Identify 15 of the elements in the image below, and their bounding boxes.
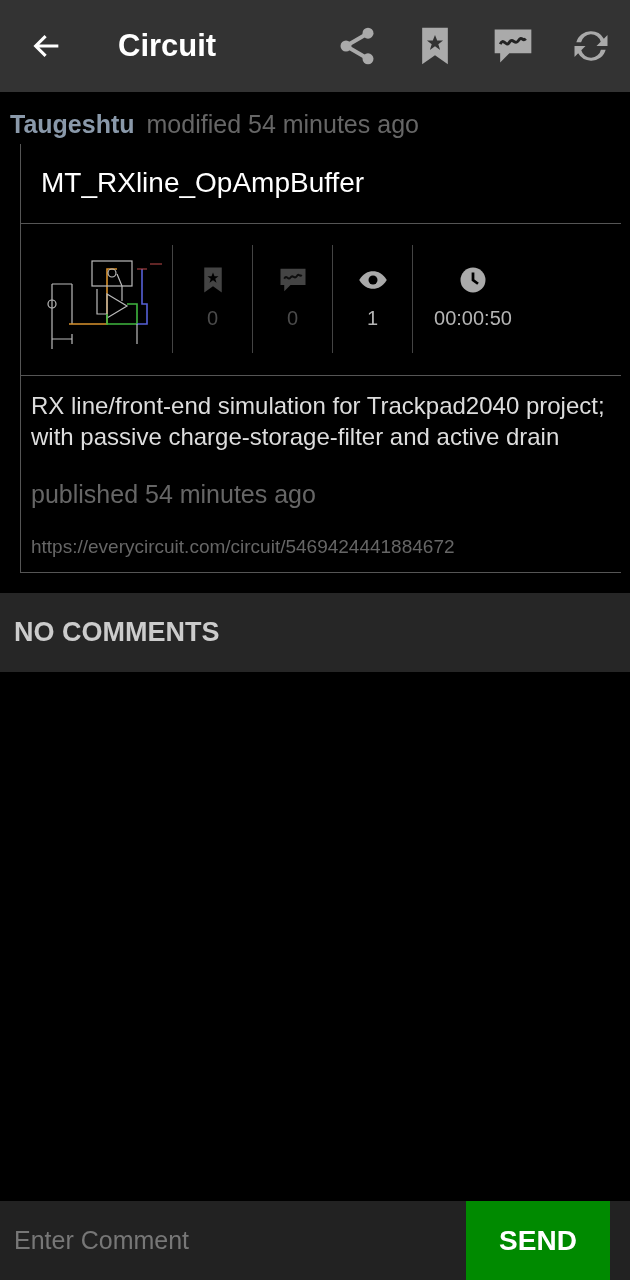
send-button[interactable]: SEND <box>466 1201 610 1280</box>
circuit-description: RX line/front-end simulation for Trackpad2040 project; with passive charge-storage-filter and active drain <box>31 390 606 452</box>
circuit-title[interactable]: MT_RXline_OpAmpBuffer <box>41 162 365 204</box>
published-time: published 54 minutes ago <box>31 478 317 510</box>
modified-time: modified 54 minutes ago <box>146 109 419 140</box>
comment-input-field[interactable]: Enter Comment <box>0 1201 466 1280</box>
bookmarks-count: 0 <box>206 306 219 331</box>
comments-count: 0 <box>286 306 299 331</box>
screen-title: Circuit <box>118 26 217 65</box>
author-link[interactable]: Taugeshtu <box>10 106 135 144</box>
duration-count: 00:00:50 <box>434 306 512 331</box>
no-comments-label: NO COMMENTS <box>14 615 220 649</box>
circuit-url[interactable]: https://everycircuit.com/circuit/5469424441884672 <box>31 533 611 562</box>
clock-icon <box>458 265 488 295</box>
views-count: 1 <box>366 306 379 331</box>
